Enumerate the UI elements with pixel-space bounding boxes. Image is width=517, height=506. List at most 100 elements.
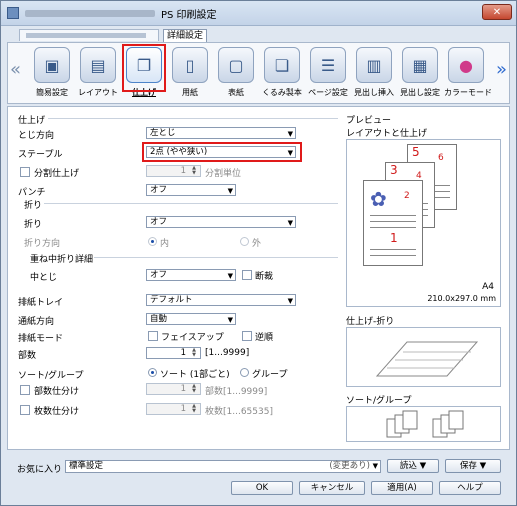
window-title: PS 印刷設定 (161, 10, 217, 21)
sheet-split-label: 枚数仕分け (34, 407, 80, 417)
chevron-down-icon: ▼ (372, 462, 378, 470)
group-radio-label: グループ (252, 370, 288, 380)
copies-label: 部数 (18, 351, 37, 361)
spin-arrows-icon: ▲ ▼ (192, 403, 196, 414)
fold-inside-radio[interactable] (148, 237, 157, 246)
toolbar-item-quick-setup[interactable]: ▣ 簡易設定 (30, 47, 74, 98)
fold-direction-label: 折り方向 (24, 239, 61, 249)
divider (44, 203, 338, 204)
save-button[interactable]: 保存 ▼ (445, 459, 501, 473)
toolbar-item-tab-insert[interactable]: ▥ 見出し挿入 (352, 47, 396, 98)
tab-settings-icon: ▦ (402, 47, 438, 83)
spin-arrows-icon: ▲ ▼ (192, 165, 196, 176)
sort-group-preview (346, 406, 501, 442)
preview-layout-label: レイアウトと仕上げ (346, 129, 428, 139)
tab-detail-settings[interactable]: 詳細設定 (163, 29, 207, 42)
favorites-label: お気に入り (17, 465, 63, 475)
sort-group-preview-label: ソート/グループ (346, 396, 412, 406)
feature-toolbar: « ▣ 簡易設定 ▤ レイアウト ❐ 仕上げ ▯ 用紙 ▢ 表紙 ❏ くるみ製本… (7, 42, 510, 104)
perfect-binding-icon: ❏ (264, 47, 300, 83)
split-unit-spinner[interactable]: 1 ▲ ▼ (146, 165, 201, 177)
toolbar-item-paper[interactable]: ▯ 用紙 (168, 47, 212, 98)
print-settings-window: PS 印刷設定 ✕ 詳細設定 « ▣ 簡易設定 ▤ レイアウト ❐ 仕上げ ▯ … (0, 0, 517, 506)
apply-button[interactable]: 適用(A) (371, 481, 433, 495)
section-finishing: 仕上げ (18, 116, 46, 126)
trim-checkbox[interactable] (242, 270, 252, 280)
fold-sheet-icon (375, 341, 479, 377)
chevron-down-icon: ▼ (227, 272, 233, 280)
saddle-select[interactable]: オフ ▼ (146, 269, 236, 281)
chevron-down-icon: ▼ (227, 316, 233, 324)
copies-range: [1...9999] (205, 348, 250, 358)
close-button[interactable]: ✕ (482, 4, 512, 20)
saddle-section: 重ね中折り詳細 (30, 255, 94, 265)
fold-outside-radio[interactable] (240, 237, 249, 246)
scroll-right-icon[interactable]: » (496, 59, 507, 80)
cover-icon: ▢ (218, 47, 254, 83)
spin-arrows-icon: ▲ ▼ (192, 383, 196, 394)
fold-preview (346, 327, 501, 387)
copy-split-label: 部数仕分け (34, 387, 80, 397)
title-bar: PS 印刷設定 ✕ (1, 1, 516, 26)
changed-indicator: (変更あり) (329, 461, 370, 471)
flower-icon: ✿ (370, 187, 387, 211)
sheet-split-checkbox[interactable] (20, 405, 30, 415)
punch-label: パンチ (18, 188, 46, 198)
highlight-staple (142, 142, 302, 162)
sheet-split-spinner[interactable]: 1 ▲ ▼ (146, 403, 201, 415)
split-finish-checkbox[interactable] (20, 167, 30, 177)
binding-select[interactable]: 左とじ ▼ (146, 127, 296, 139)
quick-setup-icon: ▣ (34, 47, 70, 83)
toolbar-item-page-setup[interactable]: ☰ ページ設定 (306, 47, 350, 98)
tab-redacted[interactable] (19, 29, 159, 41)
copy-split-checkbox[interactable] (20, 385, 30, 395)
sheet-split-unit: 枚数[1...65535] (205, 407, 273, 417)
load-button[interactable]: 読込 ▼ (387, 459, 439, 473)
toolbar-item-color-mode[interactable]: ● カラーモード (444, 47, 492, 98)
chevron-down-icon: ▼ (287, 297, 293, 305)
divider (94, 257, 338, 258)
copy-split-spinner[interactable]: 1 ▲ ▼ (146, 383, 201, 395)
copy-split-unit: 部数[1...9999] (205, 387, 268, 397)
split-finish-label: 分割仕上げ (34, 169, 80, 179)
spin-arrows-icon: ▲ ▼ (192, 347, 196, 358)
scroll-left-icon[interactable]: « (10, 59, 21, 80)
chevron-down-icon: ▼ (287, 130, 293, 138)
toolbar-item-perfect-binding[interactable]: ❏ くるみ製本 (260, 47, 304, 98)
feed-direction-label: 通紙方向 (18, 317, 55, 327)
copies-spinner[interactable]: 1 ▲ ▼ (146, 347, 201, 359)
divider (48, 118, 338, 119)
punch-select[interactable]: オフ ▼ (146, 184, 236, 196)
tab-insert-icon: ▥ (356, 47, 392, 83)
feed-direction-select[interactable]: 自動 ▼ (146, 313, 236, 325)
chevron-down-icon: ▼ (287, 219, 293, 227)
preview-title: プレビュー (346, 116, 392, 126)
saddle-label: 中とじ (30, 273, 58, 283)
output-tray-select[interactable]: デフォルト ▼ (146, 294, 296, 306)
cancel-button[interactable]: キャンセル (299, 481, 365, 495)
paper-icon: ▯ (172, 47, 208, 83)
help-button[interactable]: ヘルプ (439, 481, 501, 495)
chevron-down-icon: ▼ (227, 187, 233, 195)
sort-stack-icon (386, 410, 464, 438)
printer-name-redacted (25, 10, 155, 17)
toolbar-item-cover[interactable]: ▢ 表紙 (214, 47, 258, 98)
layout-preview: 5 6 3 4 ✿ 2 1 A4 210.0x297.0 mm (346, 139, 501, 307)
sort-radio-label: ソート (1部ごと) (160, 370, 230, 380)
output-tray-label: 排紙トレイ (18, 298, 64, 308)
toolbar-item-tab-settings[interactable]: ▦ 見出し設定 (398, 47, 442, 98)
toolbar-item-layout[interactable]: ▤ レイアウト (76, 47, 120, 98)
settings-panel: 仕上げ とじ方向 左とじ ▼ ステープル 2点 (やや狭い) ▼ 分割仕上げ 1 ▲ ▼… (7, 106, 510, 450)
face-up-checkbox[interactable] (148, 331, 158, 341)
fold-outside-label: 外 (252, 239, 262, 249)
page-setup-icon: ☰ (310, 47, 346, 83)
highlight-finishing (122, 44, 166, 92)
favorites-select[interactable]: 標準設定 (変更あり) ▼ (65, 460, 381, 473)
face-up-label: フェイスアップ (161, 333, 224, 343)
fold-select[interactable]: オフ ▼ (146, 216, 296, 228)
ok-button[interactable]: OK (231, 481, 293, 495)
group-radio[interactable] (240, 368, 249, 377)
fold-section: 折り (24, 201, 43, 211)
reverse-order-checkbox[interactable] (242, 331, 252, 341)
sort-radio[interactable] (148, 368, 157, 377)
